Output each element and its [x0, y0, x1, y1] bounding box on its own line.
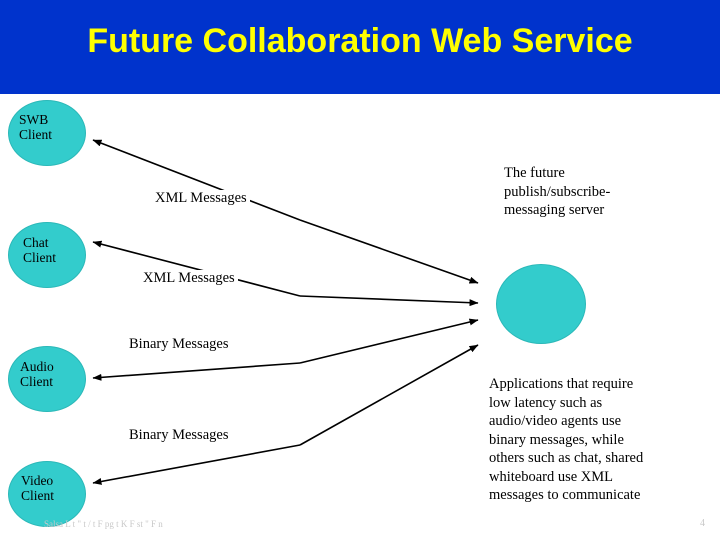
node-label-swb-client: SWB Client	[19, 112, 52, 142]
node-label-chat-client: Chat Client	[23, 235, 56, 265]
slide-canvas: Future Collaboration Web Service SWB Cli…	[0, 0, 720, 540]
message-label-binary-2: Binary Messages	[126, 427, 232, 444]
footer-note: Salsa L t " t / t F pg t K F st " F n	[44, 519, 163, 529]
message-label-xml-2: XML Messages	[140, 270, 238, 287]
message-label-binary-1: Binary Messages	[126, 336, 232, 353]
node-label-video-client: Video Client	[21, 473, 54, 503]
message-label-xml-1: XML Messages	[152, 190, 250, 207]
page-number: 4	[700, 518, 705, 529]
node-messaging-server[interactable]	[496, 264, 586, 344]
node-label-audio-client: Audio Client	[20, 359, 54, 389]
annotation-applications-description: Applications that require low latency su…	[489, 376, 644, 503]
annotation-server-description: The future publish/subscribe- messaging …	[504, 165, 611, 218]
page-title: Future Collaboration Web Service	[87, 22, 633, 60]
